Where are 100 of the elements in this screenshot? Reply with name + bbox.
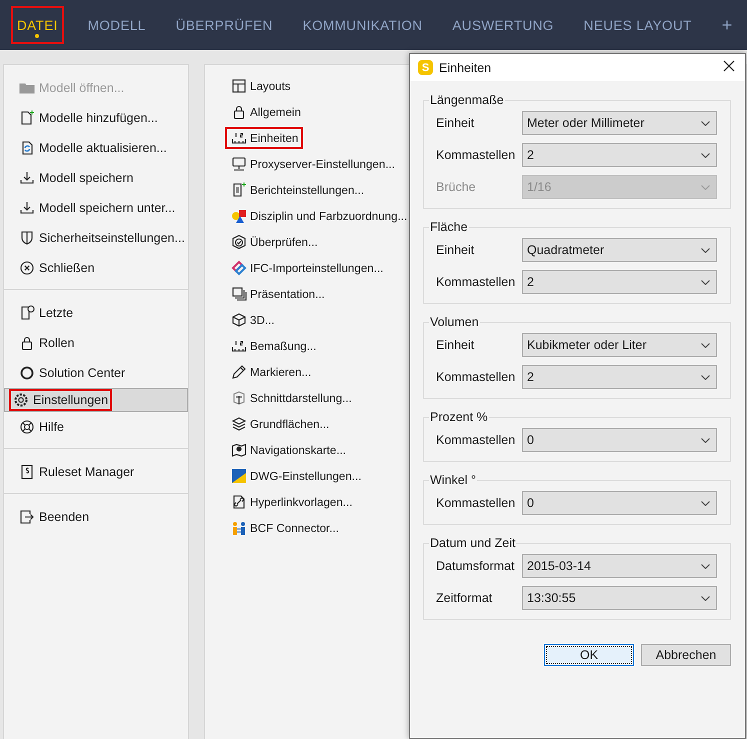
group-title: Volumen <box>429 315 480 329</box>
menu-item[interactable]: Sicherheitseinstellungen... <box>4 223 188 253</box>
settings-item[interactable]: Navigationskarte... <box>225 437 352 463</box>
settings-item[interactable]: DWG-Einstellungen... <box>225 463 366 489</box>
menu-tab[interactable]: ÜBERPRÜFEN <box>170 6 279 44</box>
dropdown[interactable]: 2015-03-14 <box>522 554 717 578</box>
shield-icon <box>19 230 35 246</box>
menu-item[interactable]: Modell speichern <box>4 163 188 193</box>
dropdown[interactable]: 0 <box>522 491 717 515</box>
lattice-icon <box>231 260 247 276</box>
padlock-icon <box>19 335 35 351</box>
menu-tab[interactable]: NEUES LAYOUT <box>578 6 698 44</box>
settings-item[interactable]: Proxyserver-Einstellungen... <box>225 151 400 177</box>
menu-item[interactable]: Modelle hinzufügen... <box>4 103 188 133</box>
menu-item[interactable]: Rollen <box>4 328 188 358</box>
people-icon <box>231 520 247 536</box>
field-label: Kommastellen <box>436 275 516 289</box>
menu-item[interactable]: Letzte <box>4 298 188 328</box>
ruler-icon <box>231 338 247 354</box>
menu-item[interactable]: Modelle aktualisieren... <box>4 133 188 163</box>
highlight-frame: Ruleset Manager <box>15 461 138 483</box>
group-title: Fläche <box>429 220 469 234</box>
lifebuoy-icon <box>19 419 35 435</box>
settings-item[interactable]: Bemaßung... <box>225 333 322 359</box>
settings-item[interactable]: Einheiten <box>225 125 304 151</box>
highlight-frame: Solution Center <box>15 362 130 384</box>
dropdown[interactable]: 2 <box>522 143 717 167</box>
highlight-frame: Beenden <box>15 506 94 528</box>
field-label: Kommastellen <box>436 496 516 510</box>
settings-item[interactable]: Schnittdarstellung... <box>225 385 357 411</box>
settings-item[interactable]: Überprüfen... <box>225 229 323 255</box>
menu-item[interactable]: Schließen <box>4 253 188 283</box>
settings-item[interactable]: Präsentation... <box>225 281 330 307</box>
cancel-button[interactable]: Abbrechen <box>641 644 731 666</box>
ok-button[interactable]: OK <box>544 644 634 666</box>
settings-item[interactable]: Disziplin und Farbzuordnung... <box>225 203 412 229</box>
dropdown[interactable]: 0 <box>522 428 717 452</box>
highlight-frame: Einstellungen <box>9 389 112 411</box>
dropdown[interactable]: Quadratmeter <box>522 238 717 262</box>
field-label: Einheit <box>436 338 476 352</box>
menu-item[interactable]: Solution Center <box>4 358 188 388</box>
settings-item[interactable]: Berichteinstellungen... <box>225 177 370 203</box>
circle-icon <box>19 365 35 381</box>
settings-item[interactable]: 3D... <box>225 307 280 333</box>
menu-tab[interactable]: DATEI <box>11 6 64 44</box>
ruler-icon <box>231 130 247 146</box>
highlight-frame: Sicherheitseinstellungen... <box>15 227 189 249</box>
dropdown[interactable]: Meter oder Millimeter <box>522 111 717 135</box>
menu-item[interactable]: Einstellungen <box>4 388 188 412</box>
group-title: Datum und Zeit <box>429 536 516 550</box>
layout-icon <box>231 78 247 94</box>
group-title: Prozent % <box>429 410 489 424</box>
shapes-icon <box>231 208 247 224</box>
group-title: Längenmaße <box>429 93 505 107</box>
dropdown[interactable]: Kubikmeter oder Liter <box>522 333 717 357</box>
menu-tab[interactable]: AUSWERTUNG <box>446 6 560 44</box>
menu-item[interactable]: Ruleset Manager <box>4 457 188 487</box>
field-label: Einheit <box>436 116 476 130</box>
cube-icon <box>231 312 247 328</box>
menu-item[interactable]: Hilfe <box>4 412 188 442</box>
section-box-icon <box>231 390 247 406</box>
settings-item[interactable]: Layouts <box>225 73 296 99</box>
settings-item[interactable]: Hyperlinkvorlagen... <box>225 489 358 515</box>
menu-item[interactable]: Beenden <box>4 502 188 532</box>
field-label: Kommastellen <box>436 433 516 447</box>
group-title: Winkel ° <box>429 473 477 487</box>
settings-item[interactable]: Allgemein <box>225 99 306 125</box>
dropdown[interactable]: 13:30:55 <box>522 586 717 610</box>
highlight-frame: Modell speichern <box>15 167 138 189</box>
highlight-frame: Hilfe <box>15 416 68 438</box>
settings-item[interactable]: Markieren... <box>225 359 316 385</box>
highlight-frame: Letzte <box>15 302 78 324</box>
field-label: Zeitformat <box>436 591 494 605</box>
settings-item[interactable]: BCF Connector... <box>225 515 344 541</box>
field-label: Kommastellen <box>436 148 516 162</box>
exit-icon <box>19 509 35 525</box>
dropdown[interactable]: 2 <box>522 365 717 389</box>
highlight-frame: Modelle hinzufügen... <box>15 107 162 129</box>
field-label: Kommastellen <box>436 370 516 384</box>
layers-icon <box>231 416 247 432</box>
add-tab-button[interactable]: + <box>716 14 738 36</box>
dropdown[interactable]: 2 <box>522 270 717 294</box>
close-circle-icon <box>19 260 35 276</box>
document-plus-icon <box>231 182 247 198</box>
settings-item[interactable]: IFC-Importeinstellungen... <box>225 255 388 281</box>
highlight-frame: Rollen <box>15 332 78 354</box>
highlight-frame: Modell öffnen... <box>15 77 128 99</box>
highlight-frame: Modelle aktualisieren... <box>15 137 171 159</box>
map-pin-icon <box>231 442 247 458</box>
menu-tab[interactable]: MODELL <box>82 6 152 44</box>
download-icon <box>19 170 35 186</box>
file-plus-icon <box>19 110 35 126</box>
menu-item[interactable]: Modell speichern unter... <box>4 193 188 223</box>
field-label: Einheit <box>436 243 476 257</box>
menu-tab[interactable]: KOMMUNIKATION <box>296 6 428 44</box>
field-label: Brüche <box>436 180 477 194</box>
pencil-icon <box>231 364 247 380</box>
settings-item[interactable]: Grundflächen... <box>225 411 334 437</box>
file-clock-icon <box>19 305 35 321</box>
dialog-title: Einheiten <box>439 60 492 74</box>
